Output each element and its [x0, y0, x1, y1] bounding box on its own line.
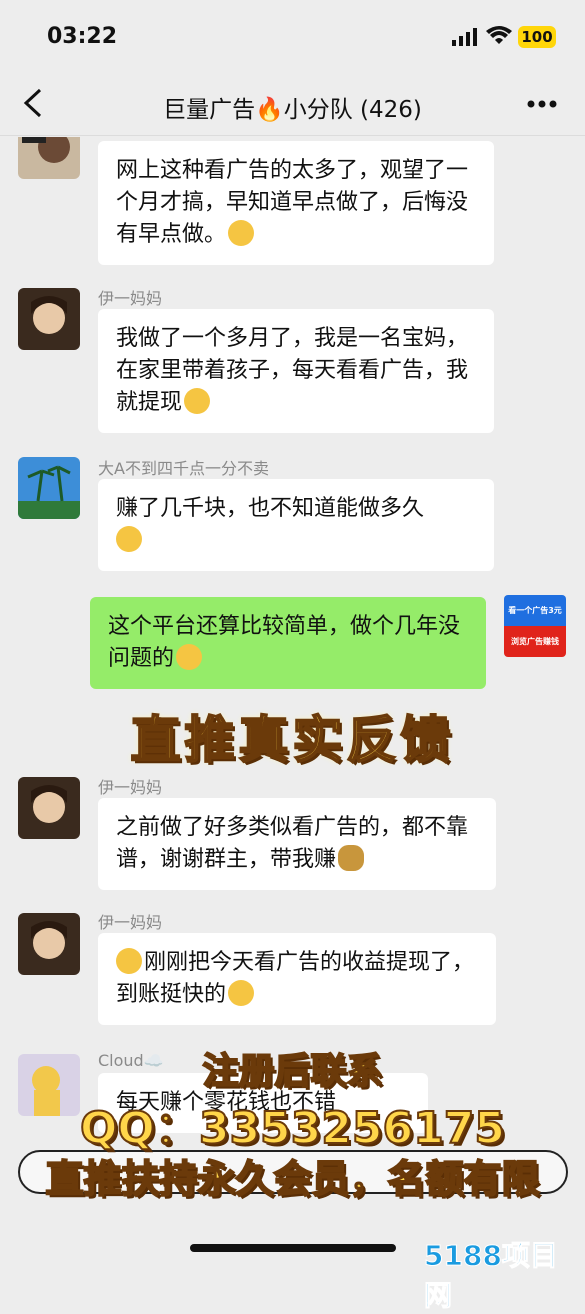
sender-name: 伊一妈妈 [98, 289, 163, 308]
message-bubble[interactable]: 刚刚把今天看广告的收益提现了，到账挺快的 [98, 933, 496, 1025]
message-text: 网上这种看广告的太多了，观望了一个月才搞，早知道早点做了，后悔没有早点做。 [116, 158, 469, 247]
ad-thumb-line2: 浏览广告赚钱 [504, 626, 566, 657]
sender-name: 伊一妈妈 [98, 913, 163, 932]
chat-header: 巨量广告🔥小分队 (426) [0, 72, 585, 136]
wifi-icon [486, 26, 512, 44]
avatar[interactable] [18, 457, 80, 519]
my-message-bubble[interactable]: 这个平台还算比较简单，做个几年没问题的 [90, 597, 486, 689]
grin-emoji-icon [116, 948, 142, 974]
message-text: 之前做了好多类似看广告的，都不靠谱，谢谢群主，带我赚 [116, 815, 469, 872]
victory-hand-emoji-icon [176, 644, 203, 670]
my-avatar[interactable]: 看一个广告3元 浏览广告赚钱 [504, 595, 566, 657]
promo-qq-text: QQ：3353256175 [79, 1102, 506, 1155]
message-text: 赚了几千块，也不知道能做多久 [116, 496, 425, 521]
message-text: 这个平台还算比较简单，做个几年没问题的 [108, 614, 461, 671]
avatar[interactable] [18, 288, 80, 350]
ad-thumb-line1: 看一个广告3元 [504, 595, 566, 626]
grin-emoji-icon [116, 526, 142, 552]
message-text: 我做了一个多月了，我是一名宝妈，在家里带着孩子，每天看看广告，我就提现 [116, 326, 469, 415]
promo-membership-text: 直推扶持永久会员，名额有限 [44, 1156, 540, 1202]
more-options-icon[interactable] [527, 100, 557, 108]
message-bubble[interactable]: 网上这种看广告的太多了，观望了一个月才搞，早知道早点做了，后悔没有早点做。 [98, 141, 494, 265]
grin-emoji-icon [228, 980, 255, 1006]
message-bubble[interactable]: 赚了几千块，也不知道能做多久 [98, 479, 494, 571]
message-bubble[interactable]: 我做了一个多月了，我是一名宝妈，在家里带着孩子，每天看看广告，我就提现 [98, 309, 494, 433]
message-text: 刚刚把今天看广告的收益提现了，到账挺快的 [116, 950, 475, 1007]
avatar[interactable] [18, 777, 80, 839]
message-list[interactable]: 网上这种看广告的太多了，观望了一个月才搞，早知道早点做了，后悔没有早点做。 伊一… [0, 137, 585, 1137]
sender-name: 大A不到四千点一分不卖 [98, 459, 269, 478]
avatar[interactable] [18, 137, 80, 179]
promo-headline: 直推真实反馈 [130, 710, 455, 770]
sender-name: 伊一妈妈 [98, 778, 163, 797]
message-bubble[interactable]: 之前做了好多类似看广告的，都不靠谱，谢谢群主，带我赚 [98, 798, 496, 890]
home-indicator[interactable] [190, 1244, 396, 1252]
avatar[interactable] [18, 913, 80, 975]
thinking-emoji-icon [184, 388, 211, 414]
status-bar: 03:22 100 [0, 0, 585, 72]
promo-register-text: 注册后联系 [201, 1050, 383, 1093]
chat-title: 巨量广告🔥小分队 (426) [163, 97, 422, 123]
battery-indicator: 100 [518, 26, 556, 48]
watermark: 5188项目网 [424, 1239, 559, 1313]
signal-icon [452, 28, 477, 46]
money-bag-emoji-icon [338, 845, 365, 871]
sweat-smile-emoji-icon [228, 220, 255, 246]
status-time: 03:22 [47, 24, 118, 49]
